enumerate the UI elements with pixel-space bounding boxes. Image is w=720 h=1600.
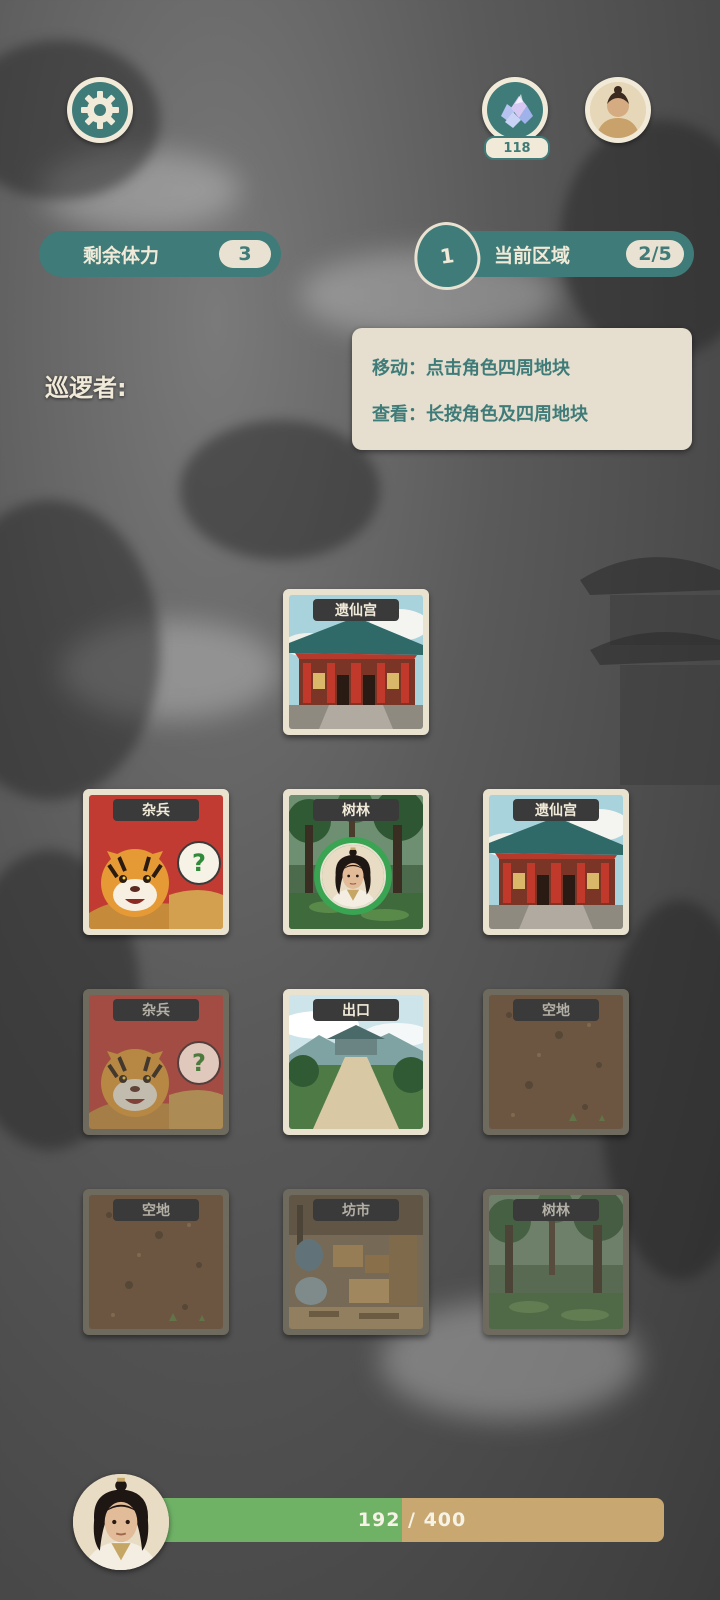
tile-label: 树林 bbox=[313, 799, 399, 821]
tile-label: 空地 bbox=[513, 999, 599, 1021]
tile-label: 出口 bbox=[313, 999, 399, 1021]
controls-hint-panel: 移动：点击角色四周地块 查看：长按角色及四周地块 bbox=[352, 328, 692, 450]
map-tile-minion-2[interactable]: 杂兵 ? bbox=[83, 989, 229, 1135]
player-token[interactable] bbox=[314, 837, 392, 915]
map-tile-forest-2[interactable]: 树林 bbox=[483, 1189, 629, 1335]
hp-text: 192 / 400 bbox=[357, 1509, 467, 1531]
hp-bar: 192 / 400 bbox=[160, 1498, 664, 1542]
player-portrait-icon bbox=[320, 843, 386, 909]
move-hint: 移动：点击角色四周地块 bbox=[372, 358, 570, 379]
character-profile-button[interactable] bbox=[585, 77, 651, 143]
map-tile-palace-right[interactable]: 遗仙宫 bbox=[483, 789, 629, 935]
map-tile-palace-top[interactable]: 遗仙宫 bbox=[283, 589, 429, 735]
gem-count: 118 bbox=[484, 136, 550, 160]
tile-label: 遗仙宫 bbox=[513, 799, 599, 821]
area-label: 当前区域 bbox=[494, 244, 571, 267]
gem-currency-button[interactable] bbox=[482, 77, 548, 143]
view-hint: 查看：长按角色及四周地块 bbox=[372, 404, 588, 425]
tile-label: 树林 bbox=[513, 1199, 599, 1221]
hero-portrait-icon bbox=[73, 1474, 169, 1570]
stamina-bar: 剩余体力 3 bbox=[39, 231, 281, 277]
level-badge: 1 bbox=[409, 217, 485, 295]
tile-label: 杂兵 bbox=[113, 799, 199, 821]
hero-avatar[interactable] bbox=[73, 1474, 169, 1570]
unknown-question-icon: ? bbox=[177, 841, 221, 885]
gear-icon bbox=[81, 91, 119, 129]
area-value: 2/5 bbox=[626, 240, 684, 268]
crystal-gem-icon bbox=[501, 94, 533, 128]
pagoda-silhouette bbox=[580, 557, 720, 785]
patrol-label: 巡逻者: bbox=[45, 374, 127, 402]
map-tile-exit[interactable]: 出口 bbox=[283, 989, 429, 1135]
tile-label: 空地 bbox=[113, 1199, 199, 1221]
stamina-label: 剩余体力 bbox=[83, 244, 160, 267]
settings-button[interactable] bbox=[67, 77, 133, 143]
map-tile-minion-1[interactable]: 杂兵 ? bbox=[83, 789, 229, 935]
map-tile-market[interactable]: 坊市 bbox=[283, 1189, 429, 1335]
stamina-value: 3 bbox=[219, 240, 271, 268]
unknown-question-icon: ? bbox=[177, 1041, 221, 1085]
tile-label: 遗仙宫 bbox=[313, 599, 399, 621]
map-tile-empty-1[interactable]: 空地 bbox=[483, 989, 629, 1135]
tile-label: 坊市 bbox=[313, 1199, 399, 1221]
map-tile-empty-2[interactable]: 空地 bbox=[83, 1189, 229, 1335]
tile-label: 杂兵 bbox=[113, 999, 199, 1021]
map-tile-forest-player[interactable]: 树林 bbox=[283, 789, 429, 935]
character-portrait-icon bbox=[590, 82, 646, 138]
